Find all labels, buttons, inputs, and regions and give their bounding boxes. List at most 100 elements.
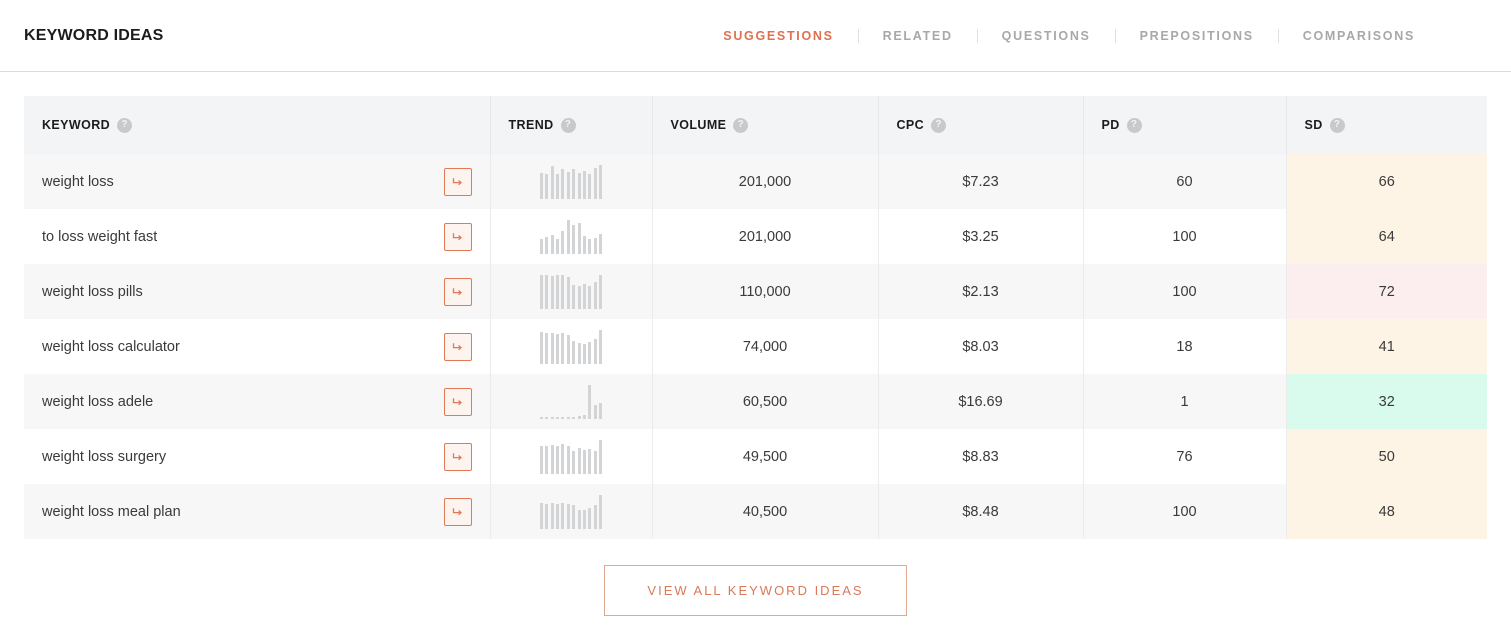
sparkline-bar [599,403,602,419]
sparkline-bar [556,504,559,529]
sparkline-bar [588,174,591,199]
keyword-cell: weight loss [24,154,490,209]
sparkline-bar [583,236,586,254]
column-header-label: PD [1102,118,1120,132]
column-header-keyword[interactable]: KEYWORD? [24,96,490,154]
help-icon[interactable]: ? [561,118,576,133]
sparkline-bar [594,505,597,528]
sd-cell: 41 [1286,319,1487,374]
tab-suggestions[interactable]: SUGGESTIONS [699,29,857,43]
trend-sparkline [509,495,634,529]
trend-cell [490,154,652,209]
cpc-cell: $16.69 [878,374,1083,429]
table-row[interactable]: weight loss201,000$7.236066 [24,154,1487,209]
sd-cell: 48 [1286,484,1487,539]
keyword-cell: weight loss adele [24,374,490,429]
view-all-keyword-ideas-button[interactable]: VIEW ALL KEYWORD IDEAS [604,565,906,616]
sd-cell: 32 [1286,374,1487,429]
sparkline-bar [572,341,575,363]
keyword-text: weight loss meal plan [42,504,181,520]
sparkline-bar [599,495,602,529]
help-icon[interactable]: ? [931,118,946,133]
trend-cell [490,374,652,429]
volume-cell: 201,000 [652,154,878,209]
sparkline-bar [588,508,591,528]
column-header-pd[interactable]: PD? [1083,96,1286,154]
table-body: weight loss201,000$7.236066to loss weigh… [24,154,1487,539]
table-row[interactable]: weight loss pills110,000$2.1310072 [24,264,1487,319]
sparkline-bar [599,165,602,199]
sparkline-bar [588,239,591,253]
pd-cell: 60 [1083,154,1286,209]
column-header-volume[interactable]: VOLUME? [652,96,878,154]
volume-cell: 74,000 [652,319,878,374]
keyword-cell: to loss weight fast [24,209,490,264]
help-icon[interactable]: ? [1330,118,1345,133]
sparkline-bar [561,333,564,363]
column-header-label: KEYWORD [42,118,110,132]
arrow-enter-icon[interactable] [444,223,472,251]
pd-cell: 18 [1083,319,1286,374]
sparkline-bar [578,510,581,528]
arrow-enter-icon[interactable] [444,388,472,416]
sparkline-bar [551,503,554,529]
tab-bar: SUGGESTIONSRELATEDQUESTIONSPREPOSITIONSC… [699,29,1439,43]
table-row[interactable]: weight loss meal plan40,500$8.4810048 [24,484,1487,539]
sparkline-bar [583,284,586,309]
sparkline-bar [545,275,548,308]
volume-cell: 40,500 [652,484,878,539]
sparkline-bar [588,385,591,419]
volume-cell: 110,000 [652,264,878,319]
trend-cell [490,209,652,264]
sparkline-bar [540,173,543,199]
table-row[interactable]: weight loss surgery49,500$8.837650 [24,429,1487,484]
keyword-ideas-panel: KEYWORD IDEAS SUGGESTIONSRELATEDQUESTION… [0,0,1511,644]
sparkline-bar [588,286,591,308]
sparkline-bar [545,174,548,198]
keyword-text: to loss weight fast [42,229,157,245]
sparkline-bar [556,446,559,474]
volume-cell: 60,500 [652,374,878,429]
sparkline-bar [567,417,570,418]
trend-sparkline [509,440,634,474]
keyword-text: weight loss [42,174,114,190]
sd-cell: 66 [1286,154,1487,209]
sparkline-bar [583,415,586,419]
help-icon[interactable]: ? [117,118,132,133]
table-footer: VIEW ALL KEYWORD IDEAS [24,539,1487,616]
tab-prepositions[interactable]: PREPOSITIONS [1115,29,1278,43]
volume-cell: 201,000 [652,209,878,264]
column-header-trend[interactable]: TREND? [490,96,652,154]
arrow-enter-icon[interactable] [444,498,472,526]
column-header-sd[interactable]: SD? [1286,96,1487,154]
table-row[interactable]: weight loss calculator74,000$8.031841 [24,319,1487,374]
page-title: KEYWORD IDEAS [24,27,164,45]
sparkline-bar [578,286,581,309]
sparkline-bar [583,450,586,473]
cpc-cell: $8.48 [878,484,1083,539]
sparkline-bar [599,275,602,308]
tab-comparisons[interactable]: COMPARISONS [1278,29,1439,43]
trend-sparkline [509,220,634,254]
sparkline-bar [599,440,602,474]
column-header-cpc[interactable]: CPC? [878,96,1083,154]
arrow-enter-icon[interactable] [444,278,472,306]
help-icon[interactable]: ? [1127,118,1142,133]
sparkline-bar [561,231,564,254]
arrow-enter-icon[interactable] [444,443,472,471]
pd-cell: 76 [1083,429,1286,484]
keyword-cell: weight loss pills [24,264,490,319]
keyword-cell: weight loss calculator [24,319,490,374]
help-icon[interactable]: ? [733,118,748,133]
tab-related[interactable]: RELATED [858,29,977,43]
sparkline-bar [540,332,543,364]
column-header-label: CPC [897,118,925,132]
table-row[interactable]: weight loss adele60,500$16.69132 [24,374,1487,429]
tab-questions[interactable]: QUESTIONS [977,29,1115,43]
trend-sparkline [509,330,634,364]
arrow-enter-icon[interactable] [444,333,472,361]
table-row[interactable]: to loss weight fast201,000$3.2510064 [24,209,1487,264]
sparkline-bar [545,237,548,253]
arrow-enter-icon[interactable] [444,168,472,196]
sparkline-bar [567,446,570,473]
